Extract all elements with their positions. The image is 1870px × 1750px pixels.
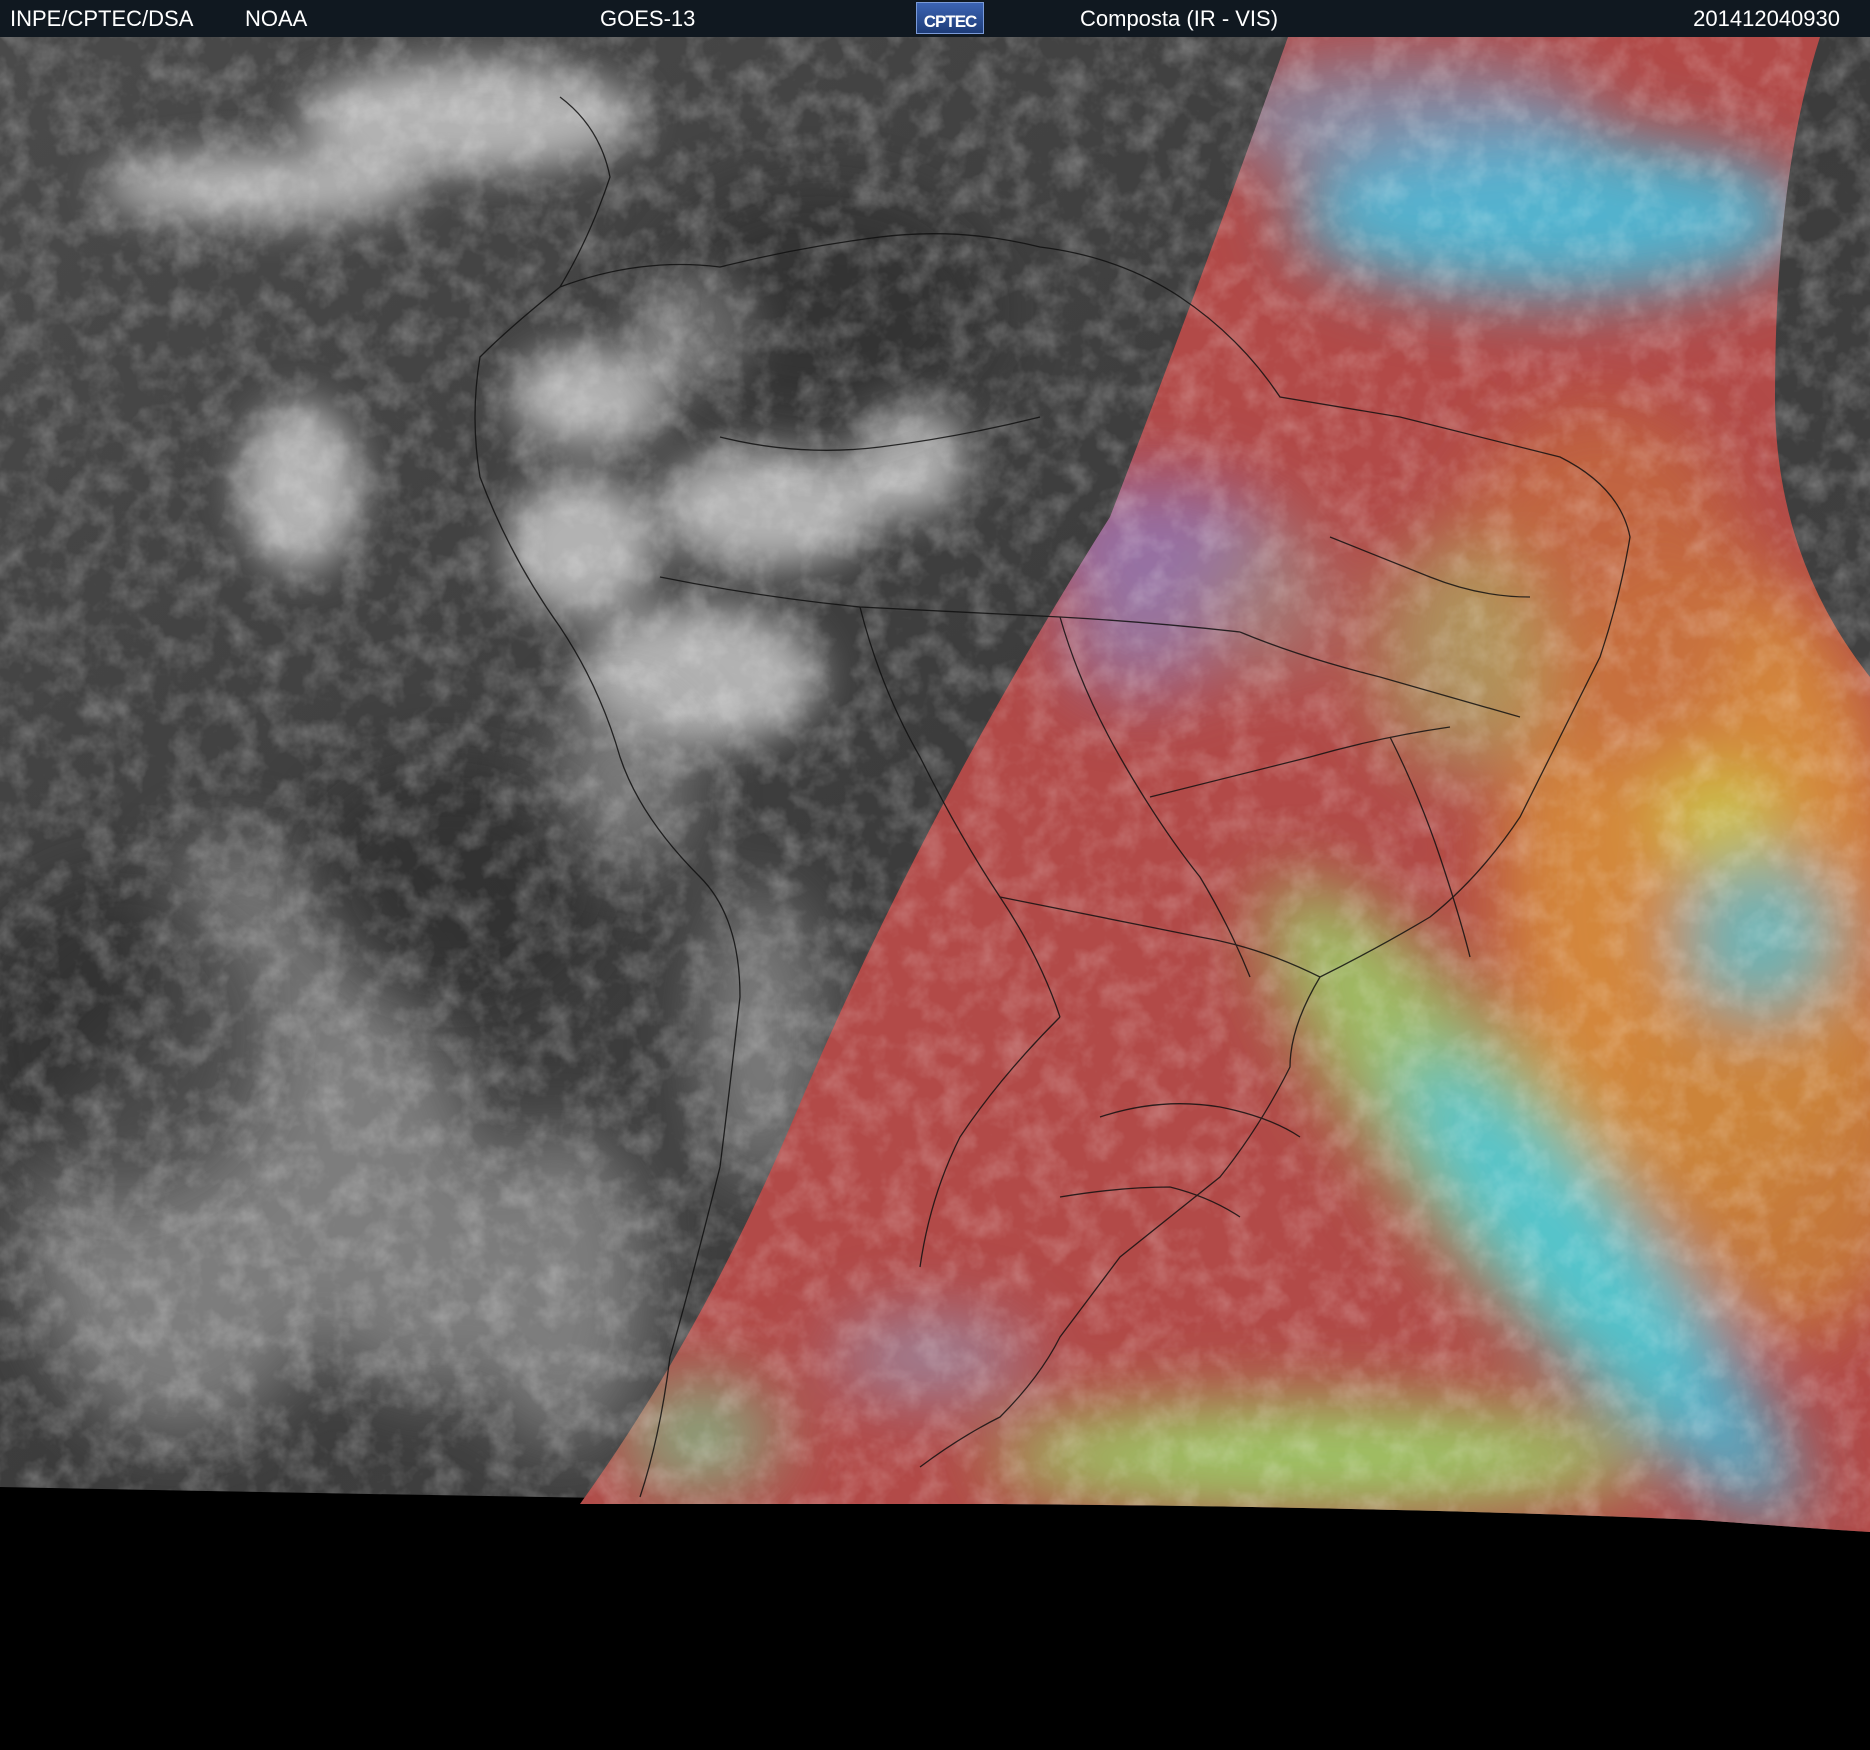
product-label: Composta (IR - VIS) — [1080, 6, 1279, 31]
satellite-label: GOES-13 — [600, 6, 696, 31]
image-header-bar: INPE/CPTEC/DSA NOAA GOES-13 CPTEC Compos… — [0, 0, 1870, 37]
cptec-logo-icon: CPTEC — [916, 2, 984, 34]
source-label: NOAA — [245, 6, 308, 31]
satellite-image-page: INPE/CPTEC/DSA NOAA GOES-13 CPTEC Compos… — [0, 0, 1870, 1750]
logo-text: CPTEC — [923, 12, 978, 31]
agency-label: INPE/CPTEC/DSA — [10, 6, 194, 31]
timestamp-label: 201412040930 — [1693, 6, 1840, 31]
satellite-composite-image — [0, 37, 1870, 1750]
